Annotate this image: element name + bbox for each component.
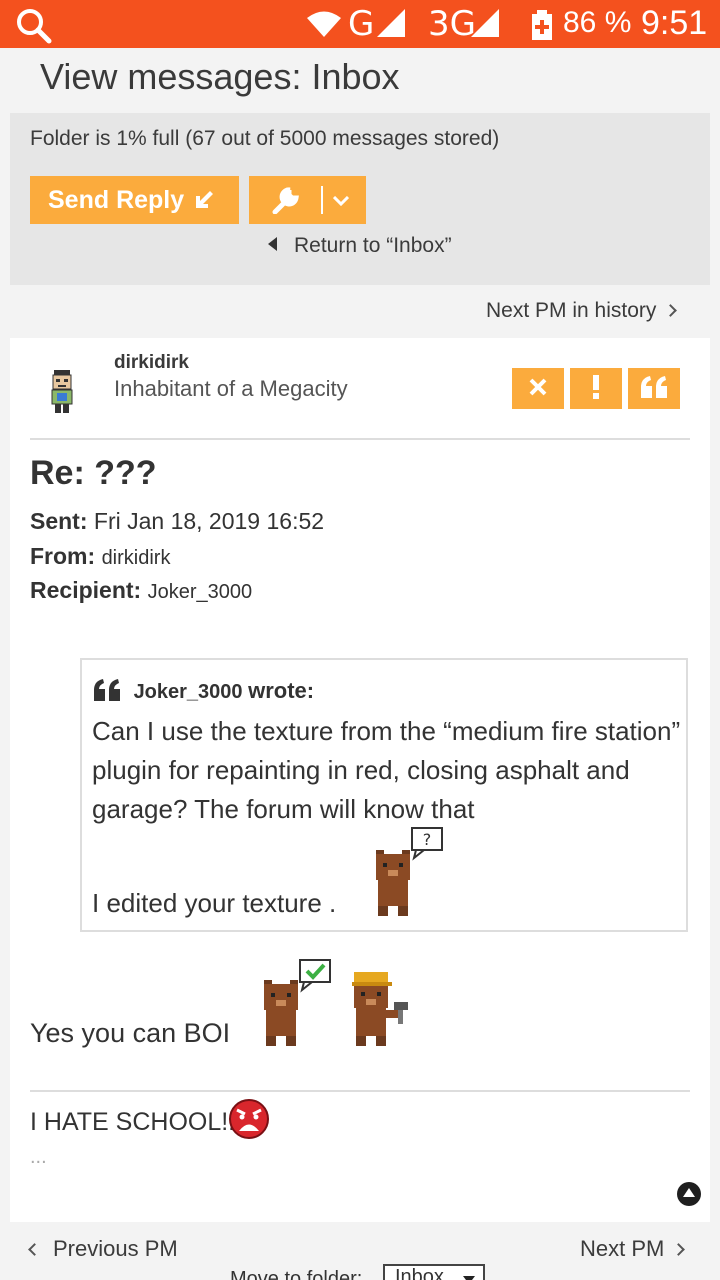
previous-pm-label: Previous PM [53,1236,178,1261]
send-reply-label: Send Reply [48,185,185,214]
author-name[interactable]: dirkidirk [114,352,189,374]
battery-icon [532,10,552,40]
sent-line: Sent: Fri Jan 18, 2019 16:52 [30,508,324,535]
recipient-line: Recipient: Joker_3000 [30,577,252,604]
chevron-right-icon [664,304,678,317]
signal-icon-2 [471,9,499,37]
button-separator [321,186,323,214]
exclamation-icon [593,375,599,399]
network-type-2: 3G [428,4,476,44]
quote-icon [641,376,667,398]
from-label: From: [30,543,96,569]
tools-dropdown-button[interactable] [249,176,366,224]
send-reply-button[interactable]: Send Reply [30,176,239,224]
avatar[interactable] [48,370,76,414]
move-to-folder-select[interactable]: Inbox [383,1264,485,1280]
move-select-value: Inbox [395,1266,444,1280]
dropdown-arrow-icon [463,1276,475,1280]
reply-arrow-icon [196,191,213,208]
quote-icon [94,679,120,701]
quote-last-line: I edited your texture . [92,888,337,918]
folder-panel: Folder is 1% full (67 out of 5000 messag… [10,113,710,285]
message-card: dirkidirk Inhabitant of a Megacity Re: ?… [10,338,710,1222]
quote-wrote-label: wrote: [248,678,315,703]
next-pm-link[interactable]: Next PM [580,1236,686,1262]
chevron-right-icon [672,1243,686,1256]
quote-message-button[interactable] [628,368,680,409]
signature-text: I HATE SCHOOL!! [30,1108,236,1136]
bear-approve-emoji [264,959,331,1046]
quote-header: Joker_3000 wrote: [92,678,314,704]
return-link-label: Return to “Inbox” [294,234,452,257]
next-pm-in-history-link[interactable]: Next PM in history [486,299,678,323]
quote-body: Can I use the texture from the “medium f… [92,716,681,824]
next-pm-label: Next PM [580,1236,665,1261]
chevron-down-icon [333,196,349,206]
quote-author[interactable]: Joker_3000 [134,681,243,703]
signal-icon [377,9,405,37]
report-message-button[interactable] [570,368,622,409]
quote-block: Joker_3000 wrote: Can I use the texture … [80,658,688,932]
svg-text:?: ? [423,830,432,849]
clock: 9:51 [641,4,708,42]
search-icon[interactable] [14,6,54,46]
signature-ellipsis: ... [30,1146,47,1168]
signature-divider [30,1090,690,1092]
sent-value: Fri Jan 18, 2019 16:52 [93,508,325,534]
caret-left-icon [268,237,277,251]
page-title: View messages: Inbox [40,56,400,97]
angry-face-emoji [229,1099,269,1139]
message-subject: Re: ??? [30,454,157,492]
delete-message-button[interactable] [512,368,564,409]
network-type-1: G [348,4,375,44]
header-divider [30,438,690,440]
move-to-folder-label: Move to folder: [230,1268,363,1280]
author-rank: Inhabitant of a Megacity [114,376,348,401]
from-line: From: dirkidirk [30,543,170,570]
folder-usage-info: Folder is 1% full (67 out of 5000 messag… [30,127,500,150]
next-history-label: Next PM in history [486,299,657,322]
bear-question-emoji: ? [376,827,443,916]
chevron-left-icon [28,1243,41,1256]
wifi-icon [307,11,341,37]
bear-construction-emoji [352,972,408,1046]
close-icon [529,378,547,396]
status-bar: G 3G 86 % 9:51 [0,0,720,48]
recipient-value[interactable]: Joker_3000 [148,581,253,603]
back-to-top-button[interactable] [677,1182,701,1206]
return-to-inbox-link[interactable]: Return to “Inbox” [268,234,452,258]
sent-label: Sent: [30,508,88,534]
reply-text: Yes you can BOI [30,1018,231,1048]
wrench-icon [272,187,299,214]
from-value[interactable]: dirkidirk [102,547,171,569]
recipient-label: Recipient: [30,577,142,603]
battery-percent: 86 % [563,6,632,39]
previous-pm-link[interactable]: Previous PM [28,1236,178,1262]
